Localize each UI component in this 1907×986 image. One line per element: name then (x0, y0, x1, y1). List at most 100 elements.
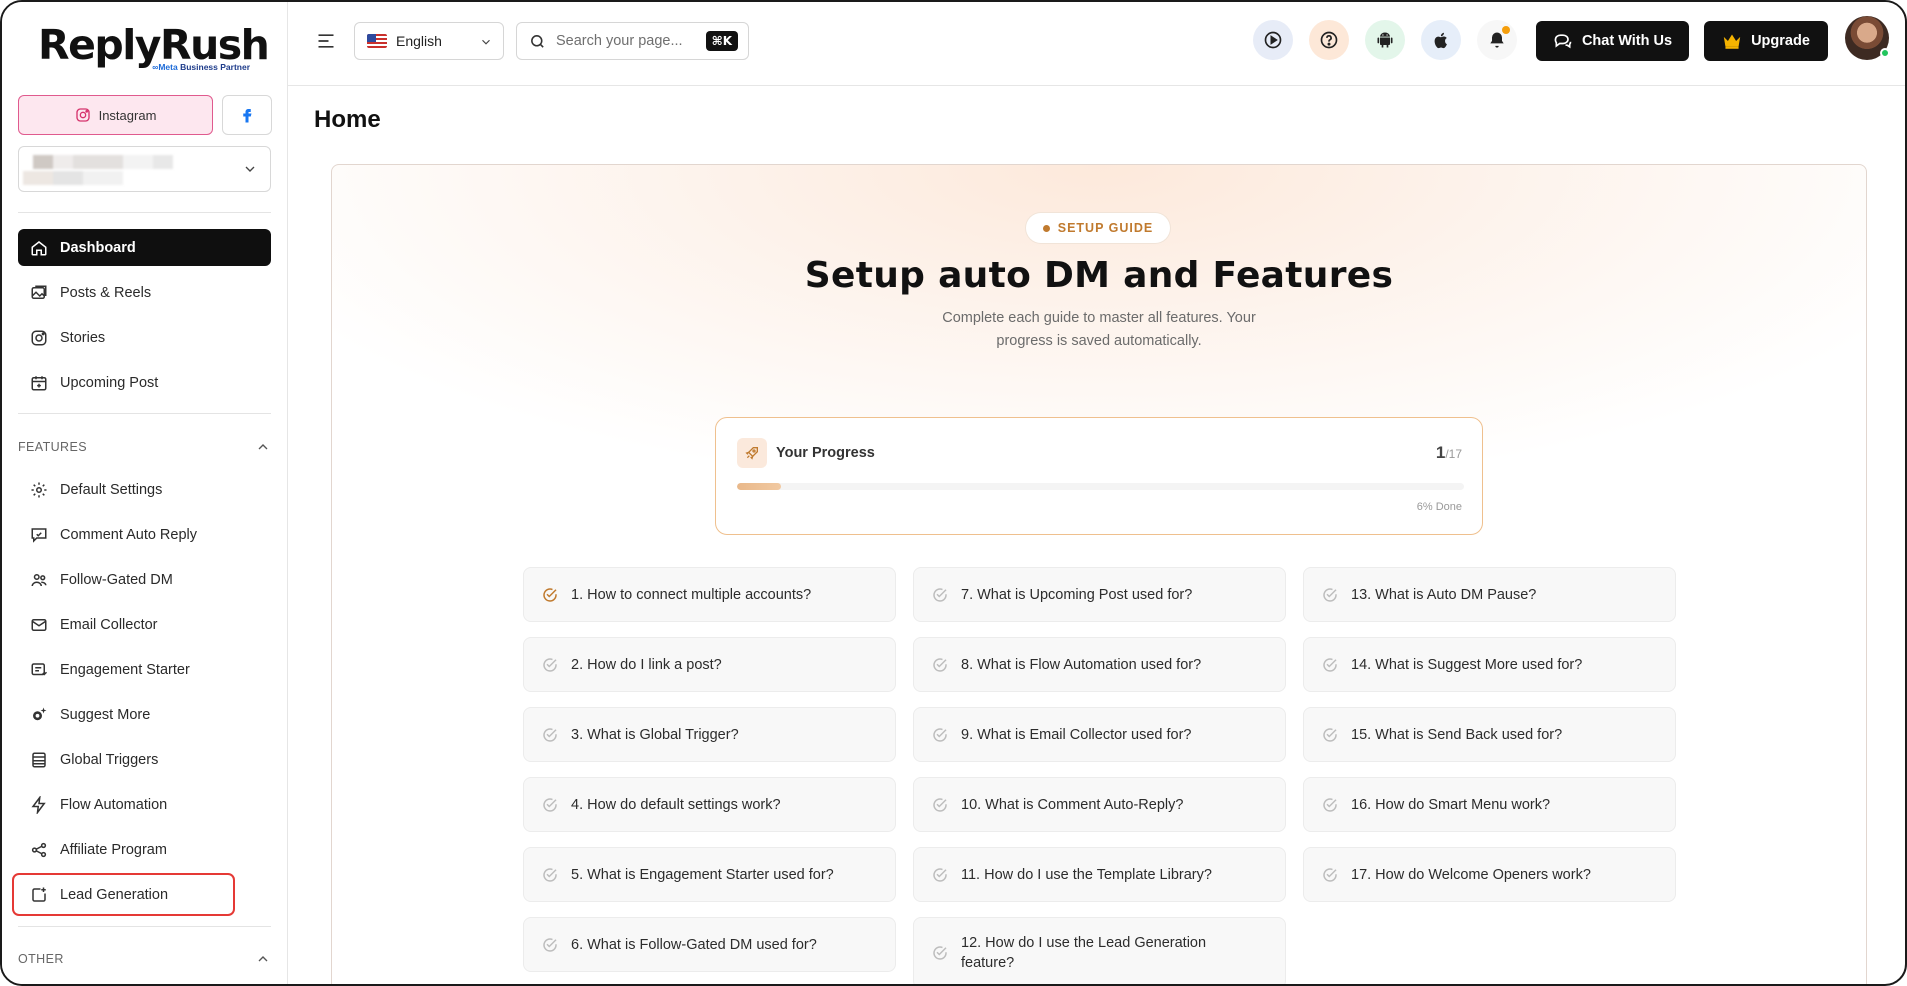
guide-item[interactable]: 10. What is Comment Auto-Reply? (913, 777, 1286, 832)
nav-affiliate-program[interactable]: Affiliate Program (18, 831, 271, 868)
apple-icon (1434, 32, 1447, 48)
nav-label: Email Collector (60, 616, 158, 633)
search-shortcut: ⌘K (705, 31, 738, 51)
play-circle-icon (1264, 31, 1282, 49)
guide-item[interactable]: 14. What is Suggest More used for? (1303, 637, 1676, 692)
nav-label: Upcoming Post (60, 374, 159, 391)
chat-bubbles-icon (1554, 34, 1572, 49)
nav-posts-reels[interactable]: Posts & Reels (18, 274, 271, 311)
search-input[interactable] (556, 33, 686, 49)
nav-comment-auto-reply[interactable]: Comment Auto Reply (18, 516, 271, 553)
nav-default-settings[interactable]: Default Settings (18, 471, 271, 508)
progress-bar (737, 483, 1464, 490)
facebook-button[interactable] (222, 95, 272, 135)
logo-subtitle: ∞Meta Business Partner (152, 62, 250, 72)
nav-label: Global Triggers (60, 751, 159, 768)
guide-item[interactable]: 8. What is Flow Automation used for? (913, 637, 1286, 692)
topbar: English ⌘K Chat With Us (288, 2, 1905, 86)
check-circle-icon (543, 727, 557, 742)
account-select[interactable] (18, 146, 271, 192)
guide-item[interactable]: 6. What is Follow-Gated DM used for? (523, 917, 896, 972)
check-circle-icon (933, 587, 947, 602)
upgrade-label: Upgrade (1751, 33, 1810, 49)
chat-with-us-button[interactable]: Chat With Us (1536, 21, 1689, 61)
online-status-dot (1880, 48, 1890, 58)
guide-label: 16. How do Smart Menu work? (1351, 796, 1551, 813)
guide-item[interactable]: 2. How do I link a post? (523, 637, 896, 692)
guide-item[interactable]: 9. What is Email Collector used for? (913, 707, 1286, 762)
guide-item[interactable]: 4. How do default settings work? (523, 777, 896, 832)
guide-label: 15. What is Send Back used for? (1351, 726, 1563, 743)
guide-label: 2. How do I link a post? (571, 656, 722, 673)
divider (18, 413, 271, 414)
main-nav: Dashboard Posts & Reels Stories Upcoming… (18, 229, 271, 409)
features-heading: FEATURES (18, 440, 87, 454)
guide-label: 9. What is Email Collector used for? (961, 726, 1192, 743)
guide-label: 6. What is Follow-Gated DM used for? (571, 936, 817, 953)
guide-item[interactable]: 7. What is Upcoming Post used for? (913, 567, 1286, 622)
sparkle-gear-icon (33, 707, 47, 720)
nav-label: Posts & Reels (60, 284, 152, 301)
logo[interactable]: ReplyRush ∞Meta Business Partner (38, 24, 270, 74)
instagram-label: Instagram (98, 107, 157, 123)
nav-engagement-starter[interactable]: Engagement Starter (18, 651, 271, 688)
progress-card: Your Progress 1/17 6% Done (715, 417, 1483, 535)
guide-item[interactable]: 16. How do Smart Menu work? (1303, 777, 1676, 832)
search-box: ⌘K (516, 22, 749, 60)
other-section-toggle[interactable]: OTHER (18, 949, 271, 969)
android-icon (1377, 32, 1393, 48)
sidebar: ReplyRush ∞Meta Business Partner Instagr… (2, 2, 288, 984)
guide-item[interactable]: 13. What is Auto DM Pause? (1303, 567, 1676, 622)
upgrade-button[interactable]: Upgrade (1704, 21, 1828, 61)
check-circle-icon (1323, 587, 1337, 602)
check-circle-icon (1323, 657, 1337, 672)
android-app-button[interactable] (1365, 20, 1405, 60)
guide-item[interactable]: 11. How do I use the Template Library? (913, 847, 1286, 902)
guide-label: 10. What is Comment Auto-Reply? (961, 796, 1184, 813)
menu-toggle-button[interactable] (316, 32, 336, 55)
hero-subtitle: Complete each guide to master all featur… (942, 310, 1256, 349)
nav-follow-gated-dm[interactable]: Follow-Gated DM (18, 561, 271, 598)
divider (18, 212, 271, 213)
video-tutorial-button[interactable] (1253, 20, 1293, 60)
help-button[interactable] (1309, 20, 1349, 60)
ios-app-button[interactable] (1421, 20, 1461, 60)
guide-label: 5. What is Engagement Starter used for? (571, 866, 834, 883)
account-name-redacted (33, 155, 173, 169)
hamburger-icon (318, 34, 334, 48)
nav-label: Affiliate Program (60, 841, 167, 858)
nav-label: Default Settings (60, 481, 163, 498)
check-circle-icon (543, 937, 557, 952)
guide-label: 4. How do default settings work? (571, 796, 781, 813)
guide-label: 1. How to connect multiple accounts? (571, 586, 812, 603)
guide-item[interactable]: 12. How do I use the Lead Generation fea… (913, 917, 1286, 984)
hero-title: Setup auto DM and Features (804, 255, 1394, 296)
guide-label: 11. How do I use the Template Library? (961, 866, 1212, 883)
check-circle-icon (1323, 727, 1337, 742)
instagram-button[interactable]: Instagram (18, 95, 213, 135)
language-select[interactable]: English (354, 22, 504, 60)
nav-flow-automation[interactable]: Flow Automation (18, 786, 271, 823)
users-icon (31, 573, 47, 586)
notifications-button[interactable] (1477, 20, 1517, 60)
nav-upcoming-post[interactable]: Upcoming Post (18, 364, 271, 401)
account-handle-redacted (23, 171, 123, 185)
check-circle-icon (1323, 797, 1337, 812)
chevron-down-icon (482, 39, 490, 45)
nav-email-collector[interactable]: Email Collector (18, 606, 271, 643)
guide-item[interactable]: 1. How to connect multiple accounts? (523, 567, 896, 622)
guide-item[interactable]: 17. How do Welcome Openers work? (1303, 847, 1676, 902)
nav-stories[interactable]: Stories (18, 319, 271, 356)
features-section-toggle[interactable]: FEATURES (18, 437, 271, 457)
check-circle-icon (543, 797, 557, 812)
calendar-plus-icon (31, 375, 47, 390)
badge-label: SETUP GUIDE (1057, 221, 1154, 235)
nav-global-triggers[interactable]: Global Triggers (18, 741, 271, 778)
nav-suggest-more[interactable]: Suggest More (18, 696, 271, 733)
list-icon (32, 752, 46, 767)
guide-item[interactable]: 3. What is Global Trigger? (523, 707, 896, 762)
guide-item[interactable]: 15. What is Send Back used for? (1303, 707, 1676, 762)
nav-dashboard[interactable]: Dashboard (18, 229, 271, 266)
guide-item[interactable]: 5. What is Engagement Starter used for? (523, 847, 896, 902)
progress-count: 1/17 (1436, 443, 1462, 463)
